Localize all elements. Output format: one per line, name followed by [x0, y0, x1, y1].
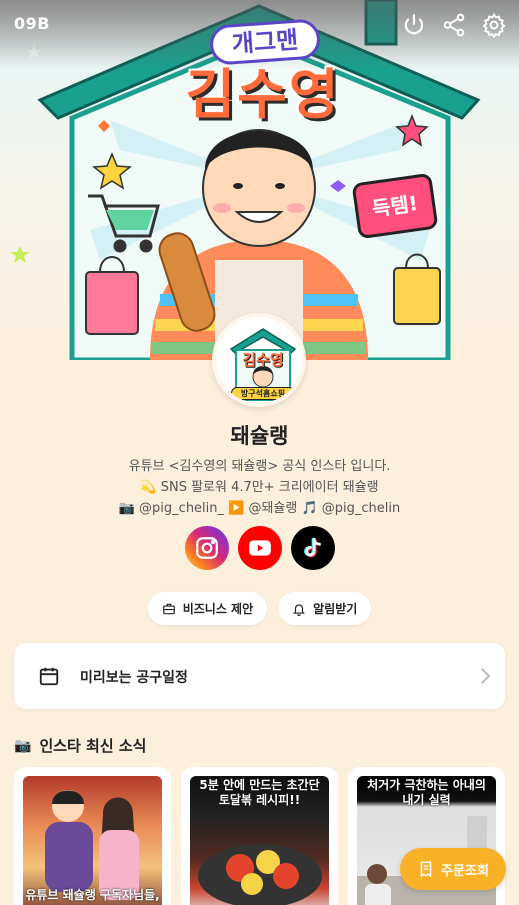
youtube-icon — [248, 540, 271, 556]
feed-title: 인스타 최신 소식 — [39, 737, 147, 755]
feed-caption: 유튜브 돼슐랭 구독자님들, — [25, 888, 160, 902]
instagram-link[interactable] — [184, 526, 229, 570]
hero-banner: 09B 개그맨 김수영 득템! — [0, 0, 519, 360]
notify-button[interactable]: 알림받기 — [278, 592, 372, 625]
briefcase-icon — [162, 603, 175, 614]
hero-deal-badge: 득템! — [351, 172, 439, 240]
feed-section-title: 📷 인스타 최신 소식 — [14, 735, 146, 756]
camera-icon: 📷 — [14, 737, 32, 754]
hero-title: 김수영 — [185, 63, 341, 126]
power-icon[interactable] — [401, 12, 427, 38]
tiktok-link[interactable] — [290, 526, 335, 570]
bio-line: 유튜브 <김수영의 돼슐랭> 공식 인스타 입니다. — [128, 459, 391, 474]
chevron-right-icon — [481, 668, 491, 684]
couple-photo-art — [45, 790, 139, 900]
hero-pill-label: 개그맨 — [208, 18, 322, 66]
profile-bio: 유튜브 <김수영의 돼슐랭> 공식 인스타 입니다. 💫 SNS 팔로워 4.7… — [0, 456, 519, 519]
feed-thumbnail: 5분 안에 만드는 초간단 토달볶 레시피!! — [190, 776, 329, 905]
calendar-icon — [39, 667, 59, 686]
gear-icon[interactable] — [481, 12, 507, 39]
receipt-icon — [420, 861, 432, 878]
business-proposal-button[interactable]: 비즈니스 제안 — [147, 592, 268, 625]
order-lookup-label: 주문조회 — [441, 863, 489, 879]
instagram-icon — [195, 537, 218, 559]
schedule-label: 미리보는 공구일정 — [80, 670, 188, 686]
brand-logo: 09B — [14, 14, 50, 33]
youtube-link[interactable] — [237, 526, 282, 570]
avatar-subtitle: 방구석홈쇼핑 — [231, 387, 295, 400]
feed-thumbnail: 유튜브 돼슐랭 구독자님들, — [23, 776, 162, 905]
profile-avatar: 김수영 방구석홈쇼핑 — [212, 313, 306, 407]
feed-card[interactable]: 5분 안에 만드는 초간단 토달볶 레시피!! — [181, 767, 338, 905]
order-lookup-button[interactable]: 주문조회 — [400, 848, 506, 890]
share-icon[interactable] — [441, 12, 467, 38]
social-links — [0, 526, 519, 570]
profile-name: 돼슐랭 — [230, 424, 289, 448]
feed-card[interactable]: 유튜브 돼슐랭 구독자님들, — [14, 767, 171, 905]
avatar-logo-art: 김수영 방구석홈쇼핑 — [227, 325, 299, 403]
profile-actions: 비즈니스 제안 알림받기 — [0, 592, 519, 625]
tiktok-icon — [303, 537, 321, 558]
bio-line: 💫 SNS 팔로워 4.7만+ 크리에이터 돼슐랭 — [140, 480, 379, 495]
business-proposal-label: 비즈니스 제안 — [182, 602, 254, 616]
bio-line: 📷 @pig_chelin_ ▶️ @돼슐랭 🎵 @pig_chelin — [118, 501, 401, 516]
header-icons — [401, 12, 507, 39]
bell-icon — [293, 603, 306, 616]
notify-label: 알림받기 — [313, 602, 358, 616]
food-photo-art — [198, 844, 322, 905]
avatar-title: 김수영 — [242, 351, 284, 369]
group-buy-schedule-card[interactable]: 미리보는 공구일정 — [14, 643, 505, 709]
